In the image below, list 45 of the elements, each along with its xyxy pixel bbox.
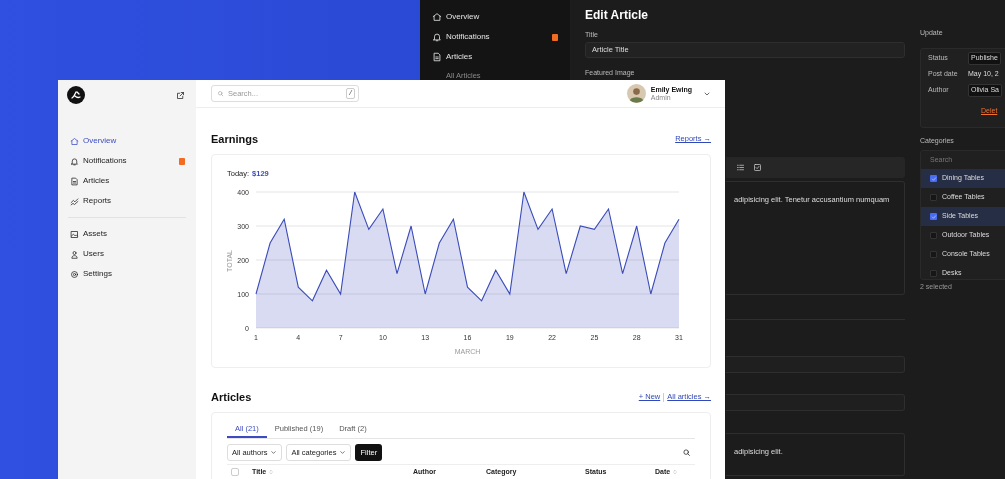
sidebar-item[interactable]: Notifications [420, 27, 570, 47]
section-title: Earnings [211, 131, 259, 147]
nav-item[interactable]: Users [58, 244, 196, 264]
chevron-down-icon [270, 449, 278, 456]
checkbox[interactable] [930, 232, 937, 239]
checkbox-icon[interactable] [753, 163, 762, 172]
chevron-down-icon [339, 449, 347, 456]
list-icon[interactable] [736, 163, 745, 172]
sidebar-item[interactable]: Overview [420, 7, 570, 27]
checkbox[interactable] [930, 270, 937, 277]
checkmark-icon [930, 175, 937, 182]
select-all-checkbox[interactable] [231, 467, 239, 476]
sort-icon[interactable] [268, 468, 275, 475]
home-icon [432, 12, 442, 22]
nav-item[interactable]: Notifications [58, 151, 196, 171]
user-icon [70, 249, 79, 259]
nav-item[interactable]: Assets [58, 224, 196, 244]
nav-item[interactable]: Overview [58, 131, 196, 151]
page-title: Edit Article [585, 8, 649, 22]
trend-chart-icon [70, 196, 79, 206]
section-title: Articles [211, 389, 252, 405]
external-link-icon[interactable] [176, 90, 185, 100]
settings-icon [70, 269, 79, 279]
logo-icon [67, 86, 85, 104]
home-icon [70, 136, 79, 146]
search-icon [217, 90, 224, 97]
document-icon [432, 52, 442, 62]
image-icon [70, 229, 79, 239]
checkbox[interactable] [930, 213, 937, 220]
input-field[interactable] [726, 356, 905, 373]
nav-item[interactable]: Reports [58, 191, 196, 211]
checkbox[interactable] [930, 175, 937, 182]
sort-icon[interactable] [672, 468, 679, 475]
sidebar-item[interactable]: Articles [420, 47, 570, 67]
bell-icon [432, 32, 442, 42]
checkmark-icon [930, 213, 937, 220]
checkbox[interactable] [930, 194, 937, 201]
nav-item[interactable]: Settings [58, 264, 196, 284]
search-icon[interactable] [682, 448, 691, 457]
avatar [626, 84, 646, 103]
checkbox[interactable] [930, 251, 937, 258]
document-icon [70, 176, 79, 186]
bell-icon [70, 156, 79, 166]
input-field[interactable] [726, 394, 905, 411]
nav-item[interactable]: Articles [58, 171, 196, 191]
